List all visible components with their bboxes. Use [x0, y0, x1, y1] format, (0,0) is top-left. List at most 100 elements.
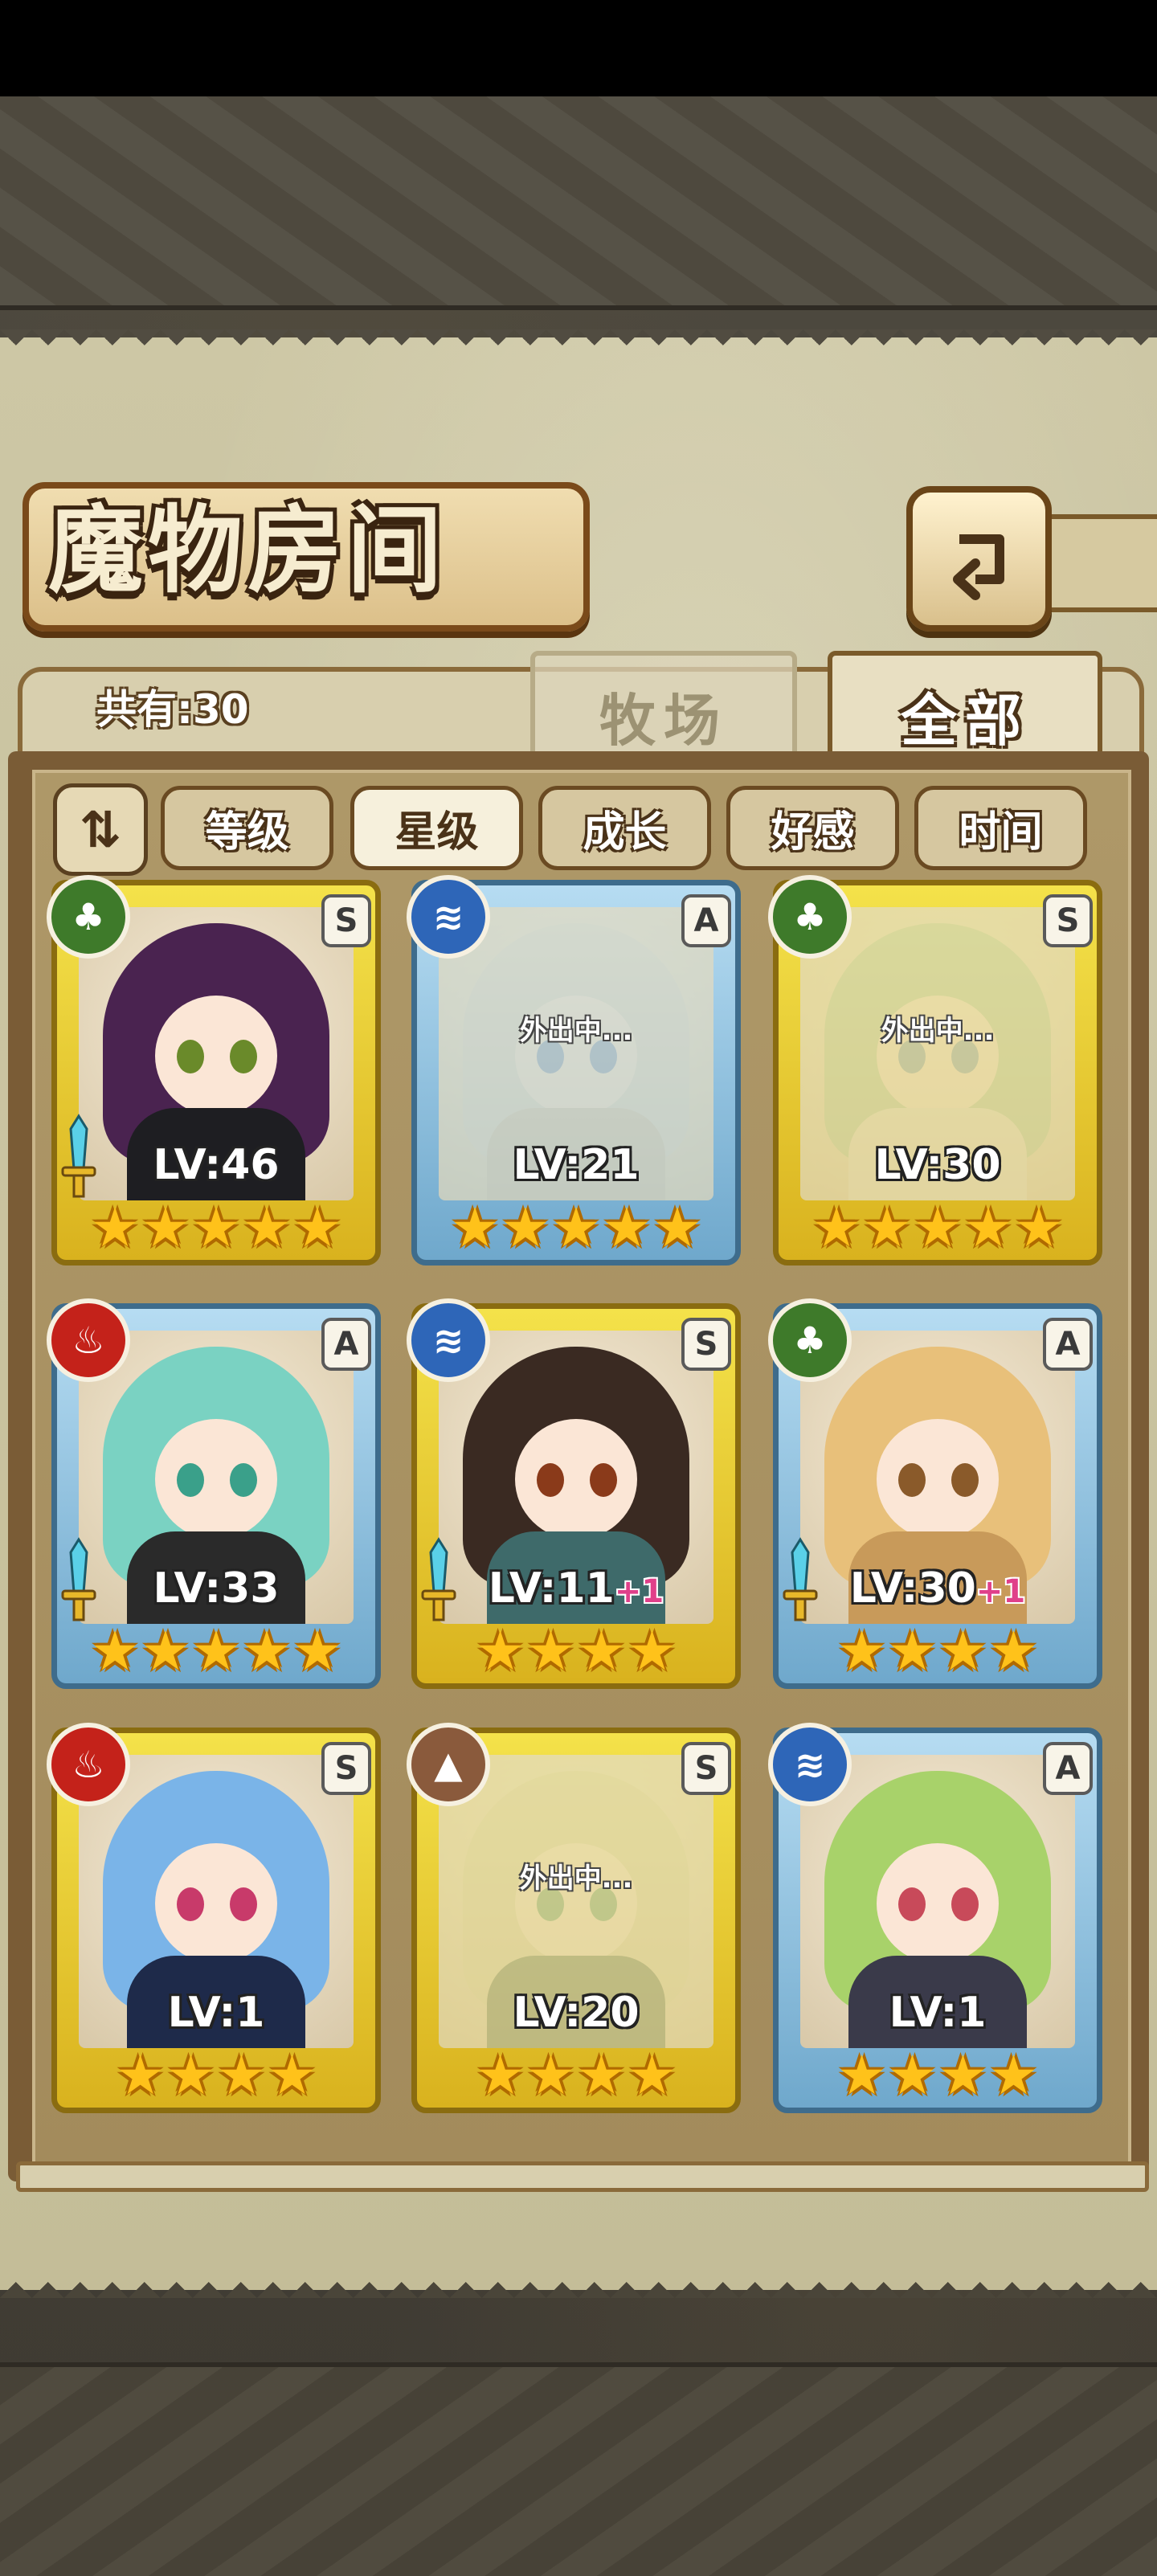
- sort-button-3[interactable]: 好感: [726, 786, 899, 870]
- level-value: LV:46: [153, 1141, 280, 1189]
- rank-badge: S: [681, 1742, 731, 1795]
- away-status: 外出中...: [519, 1862, 633, 1895]
- rank-badge: S: [321, 1742, 371, 1795]
- level-value: LV:11: [488, 1564, 615, 1613]
- monster-card[interactable]: ≋ S LV:11+1 ★ ★ ★ ★: [407, 1298, 741, 1689]
- top-map-strip: [0, 96, 1157, 310]
- level-label: LV:11+1: [411, 1564, 741, 1613]
- star-icon: ★: [292, 1196, 342, 1260]
- sort-button-2[interactable]: 成长: [538, 786, 711, 870]
- star-icon: ★: [988, 1620, 1038, 1683]
- star-icon: ★: [812, 1196, 861, 1260]
- star-icon: ★: [191, 1196, 241, 1260]
- star-icon: ★: [627, 2044, 677, 2108]
- star-rating: ★ ★ ★ ★ ★: [444, 1200, 709, 1257]
- leaf-element-icon: ♣: [768, 875, 852, 959]
- rank-badge: A: [681, 894, 731, 947]
- sort-button-1[interactable]: 星级: [350, 786, 523, 870]
- star-icon: ★: [141, 1620, 190, 1683]
- back-arrow-icon: [952, 534, 1004, 600]
- star-icon: ★: [450, 1196, 500, 1260]
- star-rating: ★ ★ ★ ★: [84, 2047, 349, 2105]
- monster-card[interactable]: 外出中... ▲ S LV:20 ★ ★ ★ ★: [407, 1723, 741, 2113]
- level-label: LV:46: [51, 1141, 381, 1189]
- sort-button-4[interactable]: 时间: [914, 786, 1087, 870]
- monster-card[interactable]: 外出中... ≋ A LV:21 ★ ★ ★ ★ ★: [407, 875, 741, 1266]
- sort-order-icon[interactable]: ⇅: [53, 783, 148, 876]
- star-icon: ★: [862, 1196, 912, 1260]
- star-icon: ★: [963, 1196, 1013, 1260]
- star-icon: ★: [938, 2044, 987, 2108]
- away-status: 外出中...: [881, 1015, 995, 1047]
- water-element-icon: ≋: [768, 1723, 852, 1806]
- star-icon: ★: [1014, 1196, 1064, 1260]
- rank-badge: S: [321, 894, 371, 947]
- rank-badge: S: [681, 1318, 731, 1371]
- star-rating: ★ ★ ★ ★ ★: [805, 1200, 1070, 1257]
- star-icon: ★: [191, 1620, 241, 1683]
- panel-bottom-bar: [16, 2161, 1149, 2192]
- star-icon: ★: [837, 2044, 887, 2108]
- star-icon: ★: [551, 1196, 601, 1260]
- star-icon: ★: [888, 1620, 937, 1683]
- star-rating: ★ ★ ★ ★ ★: [84, 1623, 349, 1681]
- water-element-icon: ≋: [407, 1298, 490, 1382]
- level-bonus: +1: [614, 1573, 664, 1610]
- level-label: LV:30+1: [773, 1564, 1102, 1613]
- star-icon: ★: [577, 1620, 626, 1683]
- star-icon: ★: [602, 1196, 652, 1260]
- torn-edge-top: [0, 329, 1157, 362]
- level-bonus: +1: [975, 1573, 1026, 1610]
- bottom-map-strip: [0, 2362, 1157, 2576]
- level-label: LV:20: [411, 1989, 741, 2037]
- star-icon: ★: [526, 1620, 575, 1683]
- star-icon: ★: [242, 1196, 292, 1260]
- star-icon: ★: [476, 2044, 525, 2108]
- star-icon: ★: [652, 1196, 702, 1260]
- monster-card[interactable]: ≋ A LV:1 ★ ★ ★ ★: [768, 1723, 1102, 2113]
- level-label: LV:30: [773, 1141, 1102, 1189]
- monster-card[interactable]: ♨ S LV:1 ★ ★ ★ ★: [47, 1723, 381, 2113]
- star-icon: ★: [217, 2044, 266, 2108]
- star-rating: ★ ★ ★ ★: [805, 1623, 1070, 1681]
- level-value: LV:1: [889, 1989, 987, 2037]
- monster-count: 共有:30: [96, 686, 249, 733]
- star-rating: ★ ★ ★ ★: [805, 2047, 1070, 2105]
- level-label: LV:1: [51, 1989, 381, 2037]
- star-icon: ★: [242, 1620, 292, 1683]
- rank-badge: A: [321, 1318, 371, 1371]
- level-label: LV:1: [773, 1989, 1102, 2037]
- star-icon: ★: [141, 1196, 190, 1260]
- leaf-element-icon: ♣: [768, 1298, 852, 1382]
- level-value: LV:1: [167, 1989, 265, 2037]
- torn-edge-bottom: [0, 2266, 1157, 2298]
- star-icon: ★: [501, 1196, 550, 1260]
- star-icon: ★: [627, 1620, 677, 1683]
- star-icon: ★: [292, 1620, 342, 1683]
- level-value: LV:30: [849, 1564, 976, 1613]
- monster-card[interactable]: ♣ S LV:46 ★ ★ ★ ★ ★: [47, 875, 381, 1266]
- star-icon: ★: [90, 1196, 140, 1260]
- star-icon: ★: [837, 1620, 887, 1683]
- level-value: LV:21: [513, 1141, 640, 1189]
- star-icon: ★: [888, 2044, 937, 2108]
- fire-element-icon: ♨: [47, 1298, 130, 1382]
- level-label: LV:21: [411, 1141, 741, 1189]
- water-element-icon: ≋: [407, 875, 490, 959]
- star-icon: ★: [90, 1620, 140, 1683]
- rank-badge: A: [1043, 1318, 1093, 1371]
- rank-badge: A: [1043, 1742, 1093, 1795]
- star-rating: ★ ★ ★ ★: [444, 2047, 709, 2105]
- star-rating: ★ ★ ★ ★: [444, 1623, 709, 1681]
- star-icon: ★: [938, 1620, 987, 1683]
- fire-element-icon: ♨: [47, 1723, 130, 1806]
- star-icon: ★: [267, 2044, 317, 2108]
- sort-button-0[interactable]: 等级: [161, 786, 333, 870]
- star-icon: ★: [526, 2044, 575, 2108]
- monster-card[interactable]: ♨ A LV:33 ★ ★ ★ ★ ★: [47, 1298, 381, 1689]
- monster-card[interactable]: ♣ A LV:30+1 ★ ★ ★ ★: [768, 1298, 1102, 1689]
- earth-element-icon: ▲: [407, 1723, 490, 1806]
- back-button[interactable]: [906, 486, 1052, 632]
- level-label: LV:33: [51, 1564, 381, 1613]
- monster-card[interactable]: 外出中... ♣ S LV:30 ★ ★ ★ ★ ★: [768, 875, 1102, 1266]
